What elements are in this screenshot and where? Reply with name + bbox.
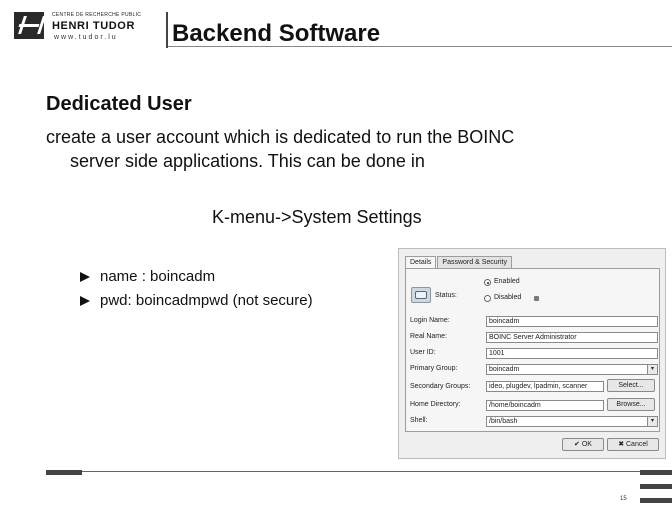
bullet-item: pwd: boincadmpwd (not secure): [80, 292, 313, 309]
footer-rule: [46, 471, 652, 472]
login-name-label: Login Name:: [410, 317, 450, 324]
ok-label: OK: [581, 441, 592, 448]
primary-group-select[interactable]: boincadm ▾: [486, 364, 658, 375]
arrow-bullet-icon: [80, 295, 90, 306]
footer-right-block: [640, 484, 672, 489]
user-settings-dialog: Details Password & Security Status: Enab…: [398, 248, 666, 459]
user-id-label: User ID:: [410, 349, 436, 356]
disabled-label: Disabled: [494, 294, 522, 301]
cross-icon: ✖: [618, 441, 626, 448]
user-status-icon: [411, 287, 431, 303]
secondary-groups-label: Secondary Groups:: [410, 383, 471, 390]
page-title: Backend Software: [172, 20, 381, 47]
footer-left-block: [46, 470, 82, 475]
header-divider: [166, 12, 168, 48]
enabled-radio[interactable]: [484, 279, 491, 286]
shell-value: /bin/bash: [489, 418, 518, 425]
header-rule: [168, 46, 672, 47]
logo-name: HENRI TUDOR: [52, 20, 135, 32]
real-name-label: Real Name:: [410, 333, 447, 340]
cancel-label: Cancel: [626, 441, 648, 448]
browse-button[interactable]: Browse...: [607, 398, 655, 411]
footer-right-block: [640, 470, 672, 475]
status-label: Status:: [435, 292, 457, 299]
lock-icon: [534, 296, 539, 301]
paragraph-line-1: create a user account which is dedicated…: [46, 127, 515, 147]
tudor-logo-icon: [14, 12, 44, 39]
section-heading: Dedicated User: [46, 93, 192, 115]
login-name-field[interactable]: boincadm: [486, 316, 658, 327]
enabled-label: Enabled: [494, 278, 520, 285]
arrow-bullet-icon: [80, 271, 90, 282]
details-panel: Status: Enabled Disabled Login Name: boi…: [405, 268, 660, 432]
logo-subtitle: CENTRE DE RECHERCHE PUBLIC: [52, 12, 142, 18]
logo-url: www.tudor.lu: [54, 34, 118, 41]
paragraph-line-2: server side applications. This can be do…: [70, 151, 425, 171]
kmenu-path: K-menu->System Settings: [212, 207, 422, 227]
user-id-field[interactable]: 1001: [486, 348, 658, 359]
disabled-radio[interactable]: [484, 295, 491, 302]
secondary-groups-field[interactable]: ideo, plugdev, lpadmin, scanner: [486, 381, 604, 392]
primary-group-value: boincadm: [489, 366, 520, 373]
bullet-text: name : boincadm: [100, 268, 216, 285]
real-name-field[interactable]: BOINC Server Administrator: [486, 332, 658, 343]
shell-select[interactable]: /bin/bash ▾: [486, 416, 658, 427]
chevron-down-icon[interactable]: ▾: [647, 417, 657, 426]
select-groups-button[interactable]: Select...: [607, 379, 655, 392]
cancel-button[interactable]: ✖ Cancel: [607, 438, 659, 451]
home-directory-label: Home Directory:: [410, 401, 461, 408]
chevron-down-icon[interactable]: ▾: [647, 365, 657, 374]
checkmark-icon: ✔: [574, 441, 582, 448]
shell-label: Shell:: [410, 417, 428, 424]
primary-group-label: Primary Group:: [410, 365, 458, 372]
home-directory-field[interactable]: /home/boincadm: [486, 400, 604, 411]
ok-button[interactable]: ✔ OK: [562, 438, 604, 451]
page-number: 15: [620, 496, 627, 502]
footer-right-block: [640, 498, 672, 503]
bullet-text: pwd: boincadmpwd (not secure): [100, 292, 313, 309]
bullet-item: name : boincadm: [80, 268, 215, 285]
